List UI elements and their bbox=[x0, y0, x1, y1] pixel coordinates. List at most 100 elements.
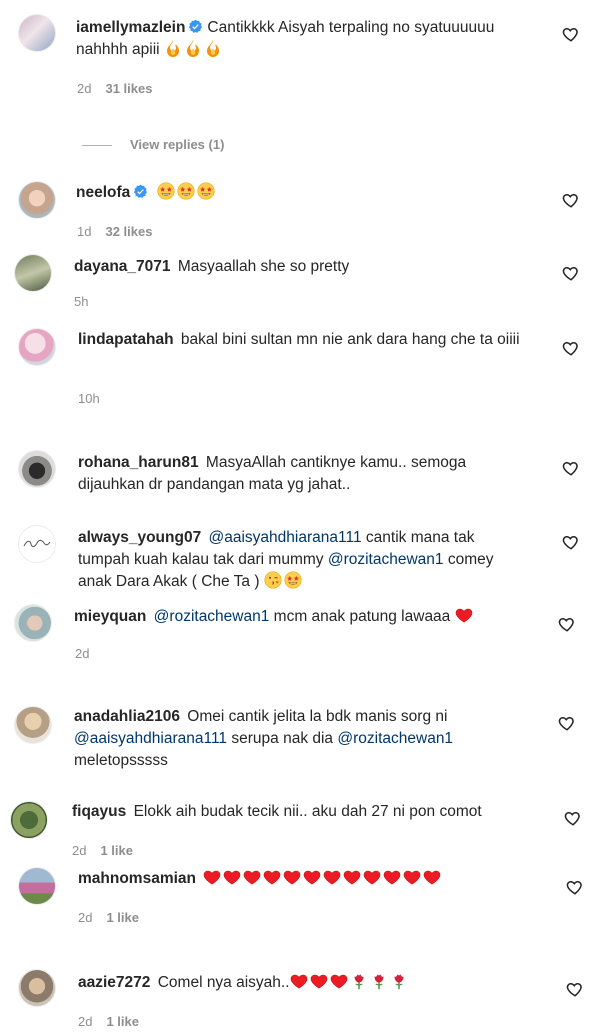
username[interactable]: iamellymazlein bbox=[76, 19, 185, 36]
like-heart-icon[interactable] bbox=[558, 714, 576, 732]
like-heart-icon[interactable] bbox=[562, 25, 580, 43]
comment-time[interactable]: 10h bbox=[78, 391, 100, 406]
star-struck-emoji-icon bbox=[157, 182, 175, 200]
username[interactable]: mahnomsamian bbox=[78, 870, 196, 887]
red-heart-emoji-icon bbox=[283, 868, 301, 886]
avatar[interactable] bbox=[18, 181, 56, 219]
red-heart-emoji-icon bbox=[263, 868, 281, 886]
comment-time[interactable]: 2d bbox=[77, 81, 91, 96]
comment-meta: 2d 1 like bbox=[78, 1014, 139, 1029]
comment-text: dayana_7071 Masyaallah she so pretty bbox=[74, 256, 534, 278]
star-struck-emoji-icon bbox=[284, 571, 302, 589]
mention-link[interactable]: @rozitachewan1 bbox=[337, 730, 453, 747]
avatar[interactable] bbox=[18, 969, 56, 1007]
rose-emoji-icon bbox=[390, 972, 408, 990]
username[interactable]: mieyquan bbox=[74, 608, 146, 625]
comment-time[interactable]: 5h bbox=[74, 294, 88, 309]
verified-badge-icon bbox=[133, 184, 148, 199]
verified-badge-icon bbox=[188, 19, 203, 34]
comment-meta: 2d bbox=[75, 646, 89, 661]
like-count[interactable]: 32 likes bbox=[105, 224, 152, 239]
like-heart-icon[interactable] bbox=[562, 533, 580, 551]
red-heart-emoji-icon bbox=[455, 606, 473, 624]
comment-time[interactable]: 2d bbox=[75, 646, 89, 661]
comment-text: fiqayus Elokk aih budak tecik nii.. aku … bbox=[72, 801, 532, 823]
avatar[interactable] bbox=[14, 706, 52, 744]
comment-time[interactable]: 2d bbox=[78, 1014, 92, 1029]
like-heart-icon[interactable] bbox=[566, 878, 584, 896]
comment-meta: 2d 1 like bbox=[78, 910, 139, 925]
wink-kiss-emoji-icon bbox=[264, 571, 282, 589]
rose-emoji-icon bbox=[350, 972, 368, 990]
comment-body: Omei cantik jelita la bdk manis sorg ni bbox=[187, 708, 448, 725]
avatar[interactable] bbox=[18, 867, 56, 905]
like-heart-icon[interactable] bbox=[566, 980, 584, 998]
red-heart-emoji-icon bbox=[330, 972, 348, 990]
avatar[interactable] bbox=[18, 525, 56, 563]
red-heart-emoji-icon bbox=[223, 868, 241, 886]
fire-emoji-icon bbox=[184, 39, 202, 57]
avatar[interactable] bbox=[10, 801, 48, 839]
comment-meta: 2d 31 likes bbox=[77, 81, 152, 96]
username[interactable]: fiqayus bbox=[72, 803, 126, 820]
comment-time[interactable]: 1d bbox=[77, 224, 91, 239]
view-replies-label[interactable]: View replies (1) bbox=[130, 137, 224, 152]
like-heart-icon[interactable] bbox=[562, 459, 580, 477]
red-heart-emoji-icon bbox=[423, 868, 441, 886]
comment-text: always_young07 @aaisyahdhiarana111 canti… bbox=[78, 527, 528, 593]
comment-body: meletopsssss bbox=[74, 752, 168, 769]
like-heart-icon[interactable] bbox=[562, 191, 580, 209]
mention-link[interactable]: @aaisyahdhiarana111 bbox=[74, 730, 227, 747]
view-replies-button[interactable]: View replies (1) bbox=[82, 137, 224, 152]
red-heart-emoji-icon bbox=[403, 868, 421, 886]
comment-meta: 1d 32 likes bbox=[77, 224, 152, 239]
like-heart-icon[interactable] bbox=[562, 264, 580, 282]
avatar[interactable] bbox=[14, 604, 52, 642]
fire-emoji-icon bbox=[164, 39, 182, 57]
username[interactable]: lindapatahah bbox=[78, 331, 174, 348]
username[interactable]: neelofa bbox=[76, 184, 130, 201]
avatar[interactable] bbox=[14, 254, 52, 292]
like-heart-icon[interactable] bbox=[564, 809, 582, 827]
red-heart-emoji-icon bbox=[343, 868, 361, 886]
username[interactable]: dayana_7071 bbox=[74, 258, 171, 275]
comment-time[interactable]: 2d bbox=[78, 910, 92, 925]
red-heart-emoji-icon bbox=[243, 868, 261, 886]
comment-meta: 2d 1 like bbox=[72, 843, 133, 858]
comment-text: lindapatahah bakal bini sultan mn nie an… bbox=[78, 329, 528, 351]
mention-link[interactable]: @rozitachewan1 bbox=[328, 551, 444, 568]
red-heart-emoji-icon bbox=[290, 972, 308, 990]
comment-text: mieyquan @rozitachewan1 mcm anak patung … bbox=[74, 606, 534, 628]
username[interactable]: anadahlia2106 bbox=[74, 708, 180, 725]
avatar[interactable] bbox=[18, 14, 56, 52]
red-heart-emoji-icon bbox=[203, 868, 221, 886]
red-heart-emoji-icon bbox=[310, 972, 328, 990]
comment-body: mcm anak patung lawaaa bbox=[273, 608, 451, 625]
comment-body: Masyaallah she so pretty bbox=[177, 258, 350, 275]
like-count[interactable]: 1 like bbox=[106, 1014, 139, 1029]
like-count[interactable]: 31 likes bbox=[105, 81, 152, 96]
star-struck-emoji-icon bbox=[197, 182, 215, 200]
like-heart-icon[interactable] bbox=[562, 339, 580, 357]
comment-text: mahnomsamian bbox=[78, 868, 538, 890]
comment-body: Elokk aih budak tecik nii.. aku dah 27 n… bbox=[133, 803, 482, 820]
mention-link[interactable]: @rozitachewan1 bbox=[154, 608, 270, 625]
comment-text: iamellymazlein Cantikkkk Aisyah terpaling… bbox=[76, 17, 536, 61]
fire-emoji-icon bbox=[204, 39, 222, 57]
like-count[interactable]: 1 like bbox=[106, 910, 139, 925]
script-logo-icon bbox=[23, 539, 51, 547]
avatar[interactable] bbox=[18, 450, 56, 488]
like-heart-icon[interactable] bbox=[558, 615, 576, 633]
avatar[interactable] bbox=[18, 328, 56, 366]
username[interactable]: aazie7272 bbox=[78, 974, 150, 991]
username[interactable]: rohana_harun81 bbox=[78, 454, 199, 471]
comment-body: serupa nak dia bbox=[231, 730, 334, 747]
mention-link[interactable]: @aaisyahdhiarana111 bbox=[209, 529, 362, 546]
comment-time[interactable]: 2d bbox=[72, 843, 86, 858]
like-count[interactable]: 1 like bbox=[100, 843, 133, 858]
red-heart-emoji-icon bbox=[323, 868, 341, 886]
red-heart-emoji-icon bbox=[303, 868, 321, 886]
username[interactable]: always_young07 bbox=[78, 529, 201, 546]
red-heart-emoji-icon bbox=[363, 868, 381, 886]
comment-body: Comel nya aisyah.. bbox=[157, 974, 290, 991]
